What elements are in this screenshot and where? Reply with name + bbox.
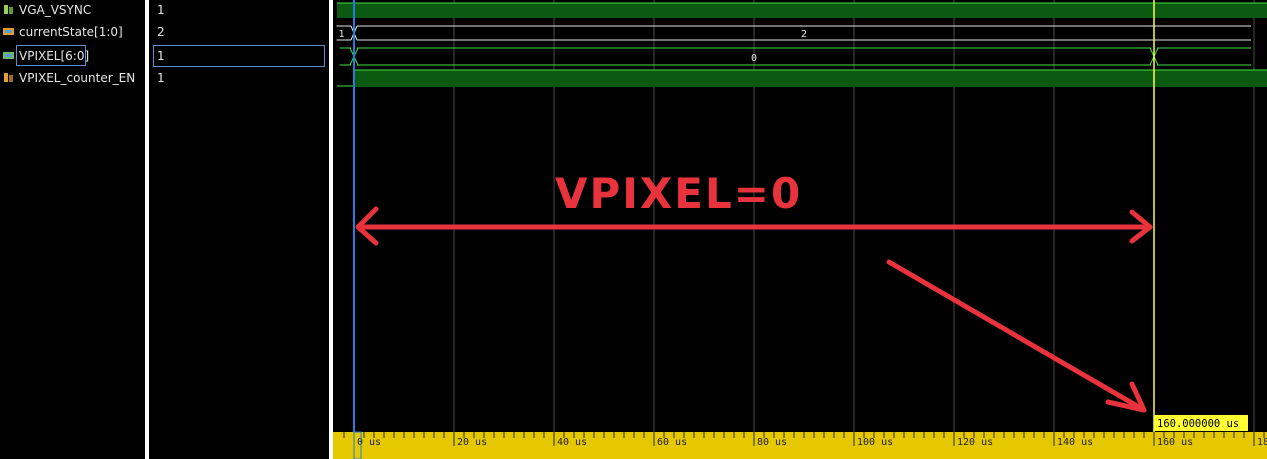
timeline-tick-label: 40 us (557, 437, 587, 448)
signal-value: 1 (157, 71, 165, 85)
signal-value: 1 (157, 3, 165, 17)
single-bit-signal-icon (4, 5, 13, 14)
annotation-text: VPIXEL=0 (555, 169, 802, 218)
signal-name-row-vpixel[interactable]: VPIXEL[6:0] (0, 46, 145, 68)
signal-value: 2 (157, 25, 165, 39)
bus-value-label: 1 (339, 29, 345, 40)
waveform-pane[interactable]: 1 2 0 160.000000 us 0 us 20 us 40 us 60 us 80 us… (333, 0, 1267, 459)
signal-name: VPIXEL[6:0] (19, 49, 90, 63)
signal-name: VGA_VSYNC (19, 3, 92, 17)
bus-value-label: 2 (801, 29, 807, 40)
signal-value-row[interactable]: 2 (149, 22, 329, 44)
timeline-tick-label: 100 us (857, 437, 893, 448)
vsync-waveform-fill (337, 3, 1267, 18)
signal-value-row[interactable]: 1 (149, 0, 329, 22)
signal-value-row[interactable]: 1 (149, 68, 329, 90)
cursor-readout: 160.000000 us (1157, 418, 1239, 430)
signal-name-row-vpixel-counter-en[interactable]: VPIXEL_counter_EN (0, 68, 145, 90)
counter-en-fill (354, 70, 1267, 87)
bus-signal-icon (3, 28, 14, 35)
single-bit-signal-icon (4, 73, 13, 82)
signal-value-row[interactable]: 1 (149, 46, 329, 68)
timeline-tick-label: 120 us (957, 437, 993, 448)
timeline-tick-label: 80 us (757, 437, 787, 448)
timeline-tick-label: 60 us (657, 437, 687, 448)
signal-value: 1 (157, 49, 165, 63)
signal-name: VPIXEL_counter_EN (19, 71, 136, 85)
signal-name-row-vga-vsync[interactable]: VGA_VSYNC (0, 0, 145, 22)
timeline-tick-label: 18 (1257, 437, 1267, 448)
timeline-tick-label: 140 us (1057, 437, 1093, 448)
signal-values-pane: 1 2 1 1 (149, 0, 329, 459)
annotation-diagonal-arrow (886, 259, 1147, 413)
signal-name-row-current-state[interactable]: currentState[1:0] (0, 22, 145, 44)
timeline-tick-label: 20 us (457, 437, 487, 448)
vpixel-value-label: 0 (751, 53, 757, 64)
signal-name: currentState[1:0] (19, 25, 123, 39)
signal-names-pane: VGA_VSYNC currentState[1:0] VPIXEL[6:0] … (0, 0, 145, 459)
waveform-canvas[interactable]: 1 20160.000000 us0 us 20 us 40 us 60 us 80 us… (333, 0, 1267, 459)
bus-signal-icon (3, 52, 14, 59)
timeline-tick-label: 160 us (1157, 437, 1193, 448)
